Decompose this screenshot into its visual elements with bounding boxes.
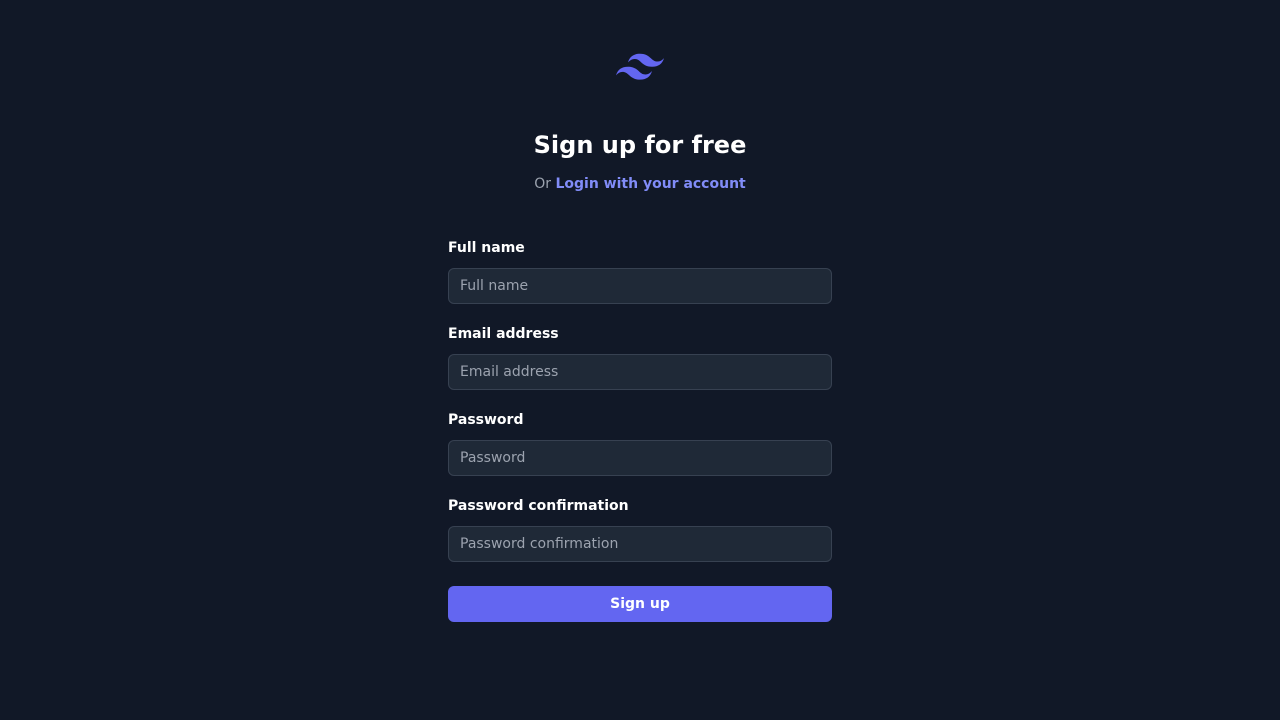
signup-form: Full name Email address Password Passwor… xyxy=(448,238,832,622)
password-confirmation-field: Password confirmation xyxy=(448,496,832,562)
login-prompt: Or Login with your account xyxy=(0,174,1280,194)
full-name-field: Full name xyxy=(448,238,832,304)
email-input[interactable] xyxy=(448,354,832,390)
password-label: Password xyxy=(448,412,524,428)
login-link[interactable]: Login with your account xyxy=(555,176,745,192)
password-input[interactable] xyxy=(448,440,832,476)
page-title: Sign up for free xyxy=(533,131,747,159)
password-field: Password xyxy=(448,410,832,476)
email-label: Email address xyxy=(448,326,559,342)
signup-page: Sign up for free Or Login with your acco… xyxy=(0,0,1280,720)
tailwind-logo-icon xyxy=(616,53,664,80)
password-confirmation-input[interactable] xyxy=(448,526,832,562)
sign-up-button[interactable]: Sign up xyxy=(448,586,832,622)
email-field: Email address xyxy=(448,324,832,390)
full-name-label: Full name xyxy=(448,240,525,256)
full-name-input[interactable] xyxy=(448,268,832,304)
password-confirmation-label: Password confirmation xyxy=(448,498,629,514)
login-prompt-prefix: Or xyxy=(534,176,552,192)
